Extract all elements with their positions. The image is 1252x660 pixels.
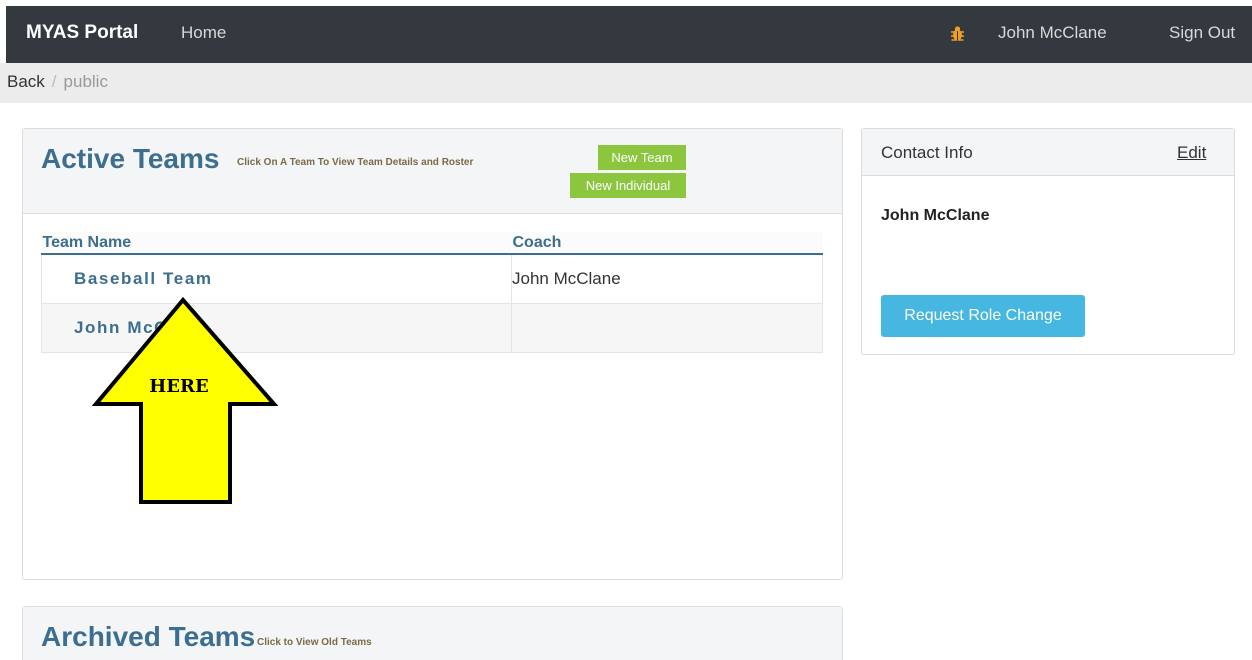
column-header-coach[interactable]: Coach (511, 232, 823, 255)
archived-teams-hint: Click to View Old Teams (257, 637, 372, 648)
breadcrumb: Back / public (0, 63, 1252, 103)
brand-link[interactable]: MYAS Portal (26, 22, 138, 44)
breadcrumb-separator: / (51, 72, 57, 91)
archived-teams-header: Archived Teams Click to View Old Teams (23, 607, 842, 660)
home-link[interactable]: Home (181, 23, 226, 43)
here-label: HERE (149, 376, 208, 397)
user-menu[interactable]: John McClane (998, 23, 1107, 43)
edit-contact-link[interactable]: Edit (1177, 143, 1206, 163)
breadcrumb-back-link[interactable]: Back (7, 72, 45, 91)
active-teams-hint: Click On A Team To View Team Details and… (237, 157, 474, 168)
contact-info-title: Contact Info (881, 143, 973, 162)
archived-teams-panel: Archived Teams Click to View Old Teams (22, 606, 843, 660)
sign-out-link[interactable]: Sign Out (1169, 23, 1235, 43)
coach-cell: John McClane (511, 253, 823, 304)
here-arrow-annotation: HERE (92, 296, 278, 504)
contact-info-header: Contact Info Edit (862, 129, 1234, 176)
arrow-shape (92, 296, 278, 504)
bug-icon[interactable] (949, 25, 966, 42)
archived-teams-title: Archived Teams (41, 621, 256, 652)
new-individual-button[interactable]: New Individual (570, 173, 686, 198)
active-teams-header: Active Teams Click On A Team To View Tea… (23, 129, 842, 214)
contact-info-panel: Contact Info Edit John McClane Request R… (861, 128, 1235, 355)
active-teams-title: Active Teams (41, 143, 220, 174)
top-navbar: MYAS Portal Home John McClane Sign Out (6, 6, 1252, 63)
request-role-change-button[interactable]: Request Role Change (881, 295, 1085, 337)
new-team-button[interactable]: New Team (598, 145, 686, 170)
column-header-team-name[interactable]: Team Name (41, 232, 512, 255)
coach-cell (511, 302, 823, 353)
contact-name: John McClane (881, 207, 990, 224)
breadcrumb-current: public (63, 72, 108, 91)
